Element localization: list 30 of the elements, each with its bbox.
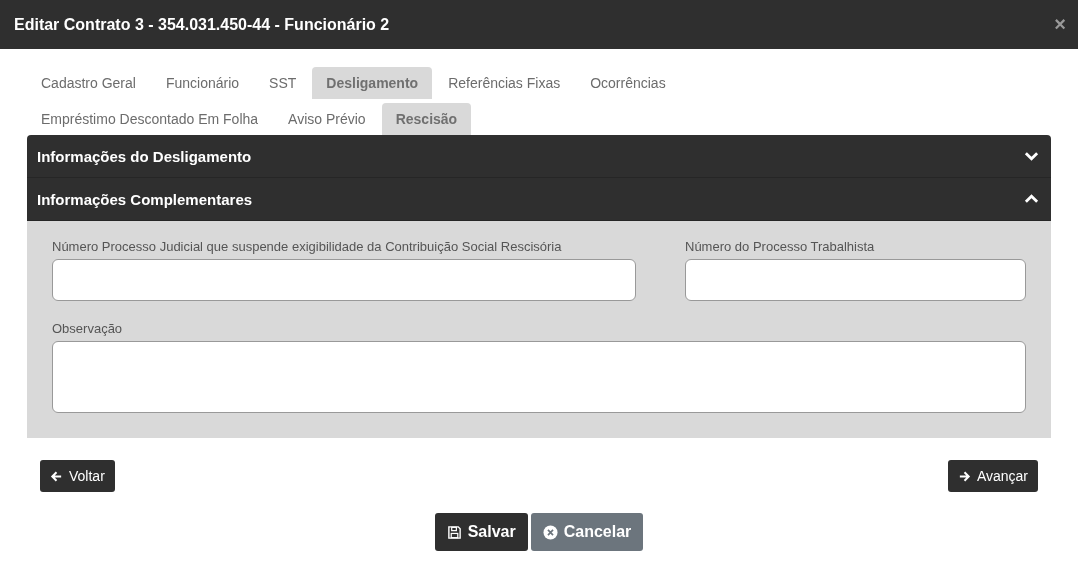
cancel-button[interactable]: Cancelar — [530, 513, 644, 551]
save-button[interactable]: Salvar — [434, 513, 528, 551]
field-label: Número do Processo Trabalhista — [685, 239, 876, 254]
input-field[interactable] — [52, 259, 636, 301]
textarea-field[interactable] — [52, 341, 1026, 413]
arrow-left-icon — [50, 469, 63, 483]
tab[interactable]: Desligamento — [312, 67, 433, 99]
tab[interactable]: Cadastro Geral — [27, 67, 150, 99]
tab[interactable]: Rescisão — [381, 103, 472, 135]
section-header[interactable]: Informações Complementares — [27, 178, 1051, 221]
arrow-right-icon — [957, 469, 971, 483]
chevron-down-icon — [1024, 151, 1039, 161]
close-button[interactable]: × — [1054, 13, 1066, 36]
input-field[interactable] — [685, 259, 1026, 301]
tab[interactable]: Ocorrências — [576, 67, 680, 99]
field-label: Observação — [52, 321, 124, 336]
tab[interactable]: Referências Fixas — [434, 67, 575, 99]
next-button[interactable]: Avançar — [947, 460, 1038, 492]
tab[interactable]: SST — [255, 67, 311, 99]
tab[interactable]: Funcionário — [151, 67, 254, 99]
field-label: Número Processo Judicial que suspende exigibilidade da Contribuição Social Rescisória — [52, 239, 563, 254]
section-title: Informações do Desligamento — [37, 147, 252, 165]
close-circle-icon — [542, 524, 558, 540]
section-title: Informações Complementares — [37, 190, 253, 208]
chevron-up-icon — [1024, 194, 1039, 204]
section-header[interactable]: Informações do Desligamento — [27, 135, 1051, 178]
window-title: Editar Contrato 3 - 354.031.450-44 - Funcionário 2 — [14, 15, 390, 34]
tab[interactable]: Aviso Prévio — [274, 103, 380, 135]
back-button[interactable]: Voltar — [40, 460, 115, 492]
tab[interactable]: Empréstimo Descontado Em Folha — [27, 103, 273, 135]
